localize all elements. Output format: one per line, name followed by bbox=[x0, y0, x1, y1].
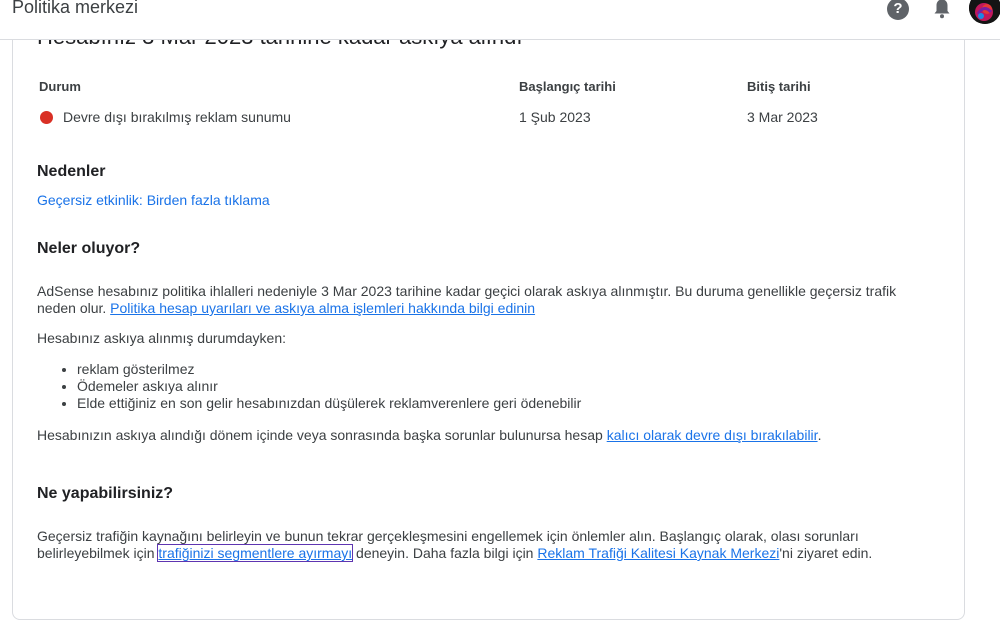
reason-invalid-activity-link[interactable]: Geçersiz etkinlik: Birden fazla tıklama bbox=[37, 192, 270, 208]
reasons-heading: Nedenler bbox=[37, 163, 106, 180]
list-item: reklam gösterilmez bbox=[77, 361, 581, 378]
top-app-bar: Politika merkezi ? bbox=[0, 0, 1000, 40]
further-issues-text: Hesabınızın askıya alındığı dönem içinde… bbox=[37, 427, 607, 443]
app-title: Politika merkezi bbox=[12, 0, 139, 17]
permanently-disabled-link[interactable]: kalıcı olarak devre dışı bırakılabilir bbox=[607, 427, 818, 443]
status-value: Devre dışı bırakılmış reklam sunumu bbox=[63, 109, 291, 125]
whats-happening-heading: Neler oluyor? bbox=[37, 240, 141, 257]
segment-traffic-link[interactable]: trafiğinizi segmentlere ayırmayı bbox=[157, 544, 354, 562]
further-issues-end: . bbox=[817, 427, 822, 443]
suspension-effects-list: reklam gösterilmez Ödemeler askıya alını… bbox=[37, 361, 581, 412]
ad-traffic-quality-center-link[interactable]: Reklam Trafiği Kalitesi Kaynak Merkezi bbox=[537, 545, 779, 561]
list-item: Ödemeler askıya alınır bbox=[77, 378, 581, 395]
while-suspended-intro: Hesabınız askıya alınmış durumdayken: bbox=[37, 330, 287, 346]
what-can-you-do-heading: Ne yapabilirsiniz? bbox=[37, 485, 174, 502]
start-date-value: 1 Şub 2023 bbox=[519, 109, 591, 125]
help-icon[interactable]: ? bbox=[887, 0, 909, 20]
status-red-dot-icon bbox=[40, 111, 53, 124]
what-to-do-text-2: deneyin. Daha fazla bilgi için bbox=[352, 545, 538, 561]
account-avatar[interactable] bbox=[969, 0, 1000, 24]
end-date-value: 3 Mar 2023 bbox=[747, 109, 818, 125]
further-issues-paragraph: Hesabınızın askıya alındığı dönem içinde… bbox=[37, 427, 937, 444]
what-can-you-do-paragraph: Geçersiz trafiğin kaynağını belirleyin v… bbox=[37, 528, 917, 562]
column-header-status: Durum bbox=[39, 79, 81, 94]
what-to-do-text-3: 'ni ziyaret edin. bbox=[779, 545, 873, 561]
column-header-end-date: Bitiş tarihi bbox=[747, 79, 811, 94]
list-item: Elde ettiğiniz en son gelir hesabınızdan… bbox=[77, 395, 581, 412]
column-header-start-date: Başlangıç tarihi bbox=[519, 79, 616, 94]
notifications-bell-icon[interactable] bbox=[932, 0, 952, 20]
suspension-explanation-paragraph: AdSense hesabınız politika ihlalleri ned… bbox=[37, 283, 937, 317]
policy-warnings-link[interactable]: Politika hesap uyarıları ve askıya alma … bbox=[110, 300, 535, 316]
